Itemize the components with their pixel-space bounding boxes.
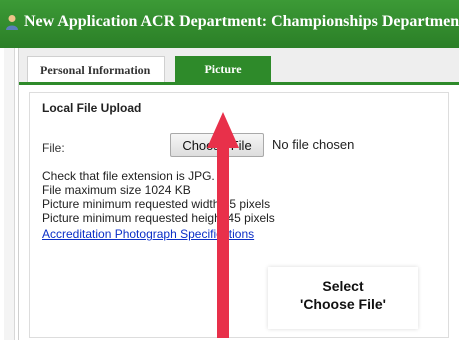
instruction-callout: Select 'Choose File': [268, 267, 418, 329]
requirement-extension: Check that file extension is JPG.: [42, 169, 215, 183]
window-title: New Application ACR Department: Champion…: [24, 13, 459, 30]
requirement-max-size: File maximum size 1024 KB: [42, 183, 191, 197]
tab-picture[interactable]: Picture: [175, 56, 271, 82]
tab-bar: Personal Information Picture: [19, 48, 459, 85]
side-strip: [4, 48, 15, 340]
annotation-arrow: [207, 112, 239, 338]
callout-line-2: 'Choose File': [299, 296, 386, 312]
tab-personal-information[interactable]: Personal Information: [27, 56, 165, 82]
file-label: File:: [42, 141, 65, 155]
arrow-head: [207, 112, 239, 338]
callout-line-1: Select: [322, 278, 364, 294]
section-title: Local File Upload: [42, 101, 142, 115]
file-status: No file chosen: [272, 137, 355, 152]
title-bar: New Application ACR Department: Champion…: [0, 0, 459, 48]
user-icon: [6, 15, 18, 30]
